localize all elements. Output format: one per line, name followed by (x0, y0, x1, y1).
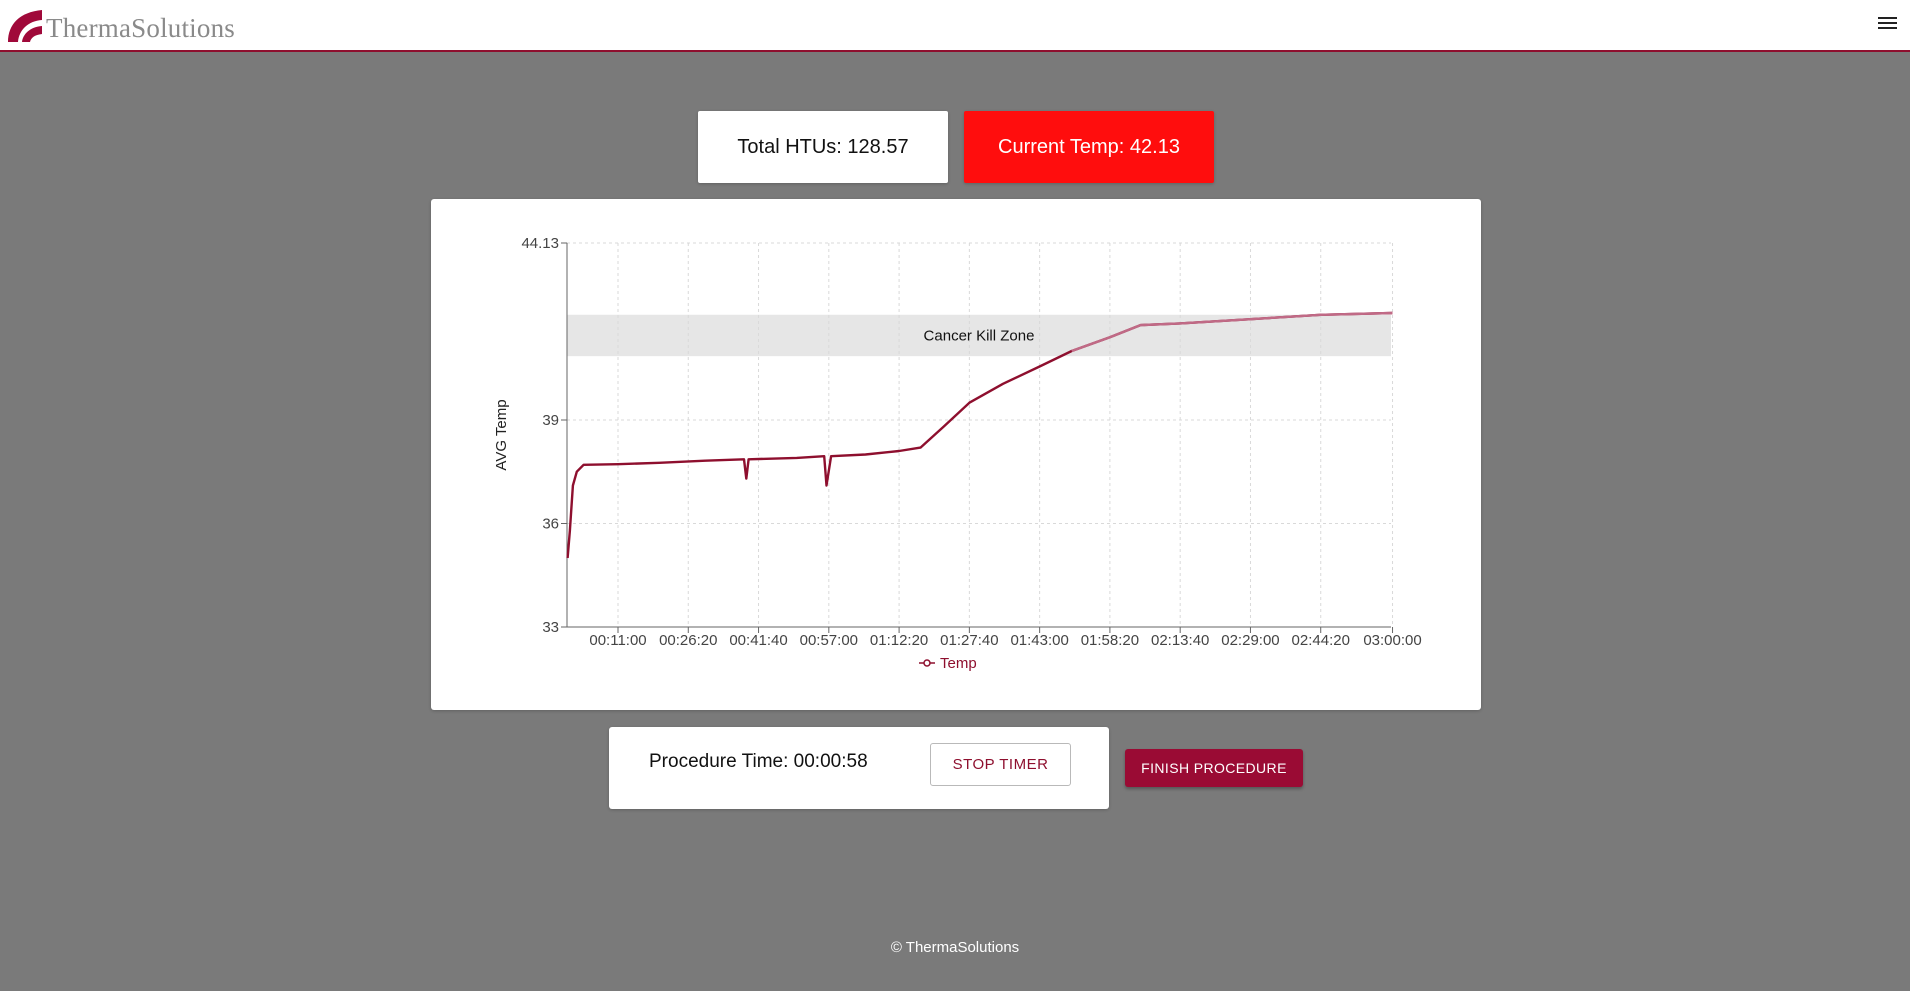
procedure-timer-card: Procedure Time: 00:00:58 STOP TIMER (609, 727, 1109, 809)
brand-logo[interactable]: ThermaSolutions (6, 4, 235, 44)
y-tick-label: 39 (542, 412, 559, 429)
footer-copyright: © ThermaSolutions (890, 939, 1020, 956)
x-tick-label: 02:44:20 (1292, 632, 1350, 649)
legend-marker (923, 659, 931, 667)
x-tick-label: 03:00:00 (1363, 632, 1421, 649)
total-htus-card: Total HTUs: 128.57 (698, 111, 948, 183)
legend-label: Temp (940, 655, 977, 672)
stop-timer-button[interactable]: STOP TIMER (930, 743, 1071, 786)
temperature-chart: 44.13 39 36 33 00:11:00 00:26:20 00:41:40 00:57… (493, 235, 1422, 672)
y-tick-label: 36 (542, 515, 559, 532)
total-htus-value: Total HTUs: 128.57 (737, 135, 909, 158)
top-navbar: ThermaSolutions (0, 0, 1910, 52)
kill-zone-label: Cancer Kill Zone (924, 327, 1035, 344)
temperature-chart-card: 44.13 39 36 33 00:11:00 00:26:20 00:41:40 00:57… (431, 199, 1481, 710)
brand-name: ThermaSolutions (46, 13, 235, 43)
x-tick-label: 00:57:00 (800, 632, 858, 649)
x-tick-label: 00:26:20 (659, 632, 717, 649)
x-tick-label: 02:13:40 (1151, 632, 1209, 649)
x-tick-label: 00:41:40 (729, 632, 787, 649)
x-tick-label: 02:29:00 (1221, 632, 1279, 649)
hamburger-menu-icon[interactable] (1878, 14, 1900, 34)
x-tick-label: 01:58:20 (1081, 632, 1139, 649)
y-tick-label: 33 (542, 619, 559, 636)
x-tick-label: 01:43:00 (1010, 632, 1068, 649)
x-tick-label: 01:12:20 (870, 632, 928, 649)
y-tick-label: 44.13 (521, 235, 559, 252)
current-temp-card: Current Temp: 42.13 (964, 111, 1214, 183)
y-axis-label: AVG Temp (493, 399, 510, 470)
current-temp-value: Current Temp: 42.13 (998, 135, 1180, 158)
procedure-time-label: Procedure Time: 00:00:58 (649, 751, 868, 772)
finish-procedure-button[interactable]: FINISH PROCEDURE (1125, 749, 1303, 787)
x-tick-label: 01:27:40 (940, 632, 998, 649)
x-tick-label: 00:11:00 (589, 632, 646, 649)
brand-mark-icon (8, 10, 42, 42)
